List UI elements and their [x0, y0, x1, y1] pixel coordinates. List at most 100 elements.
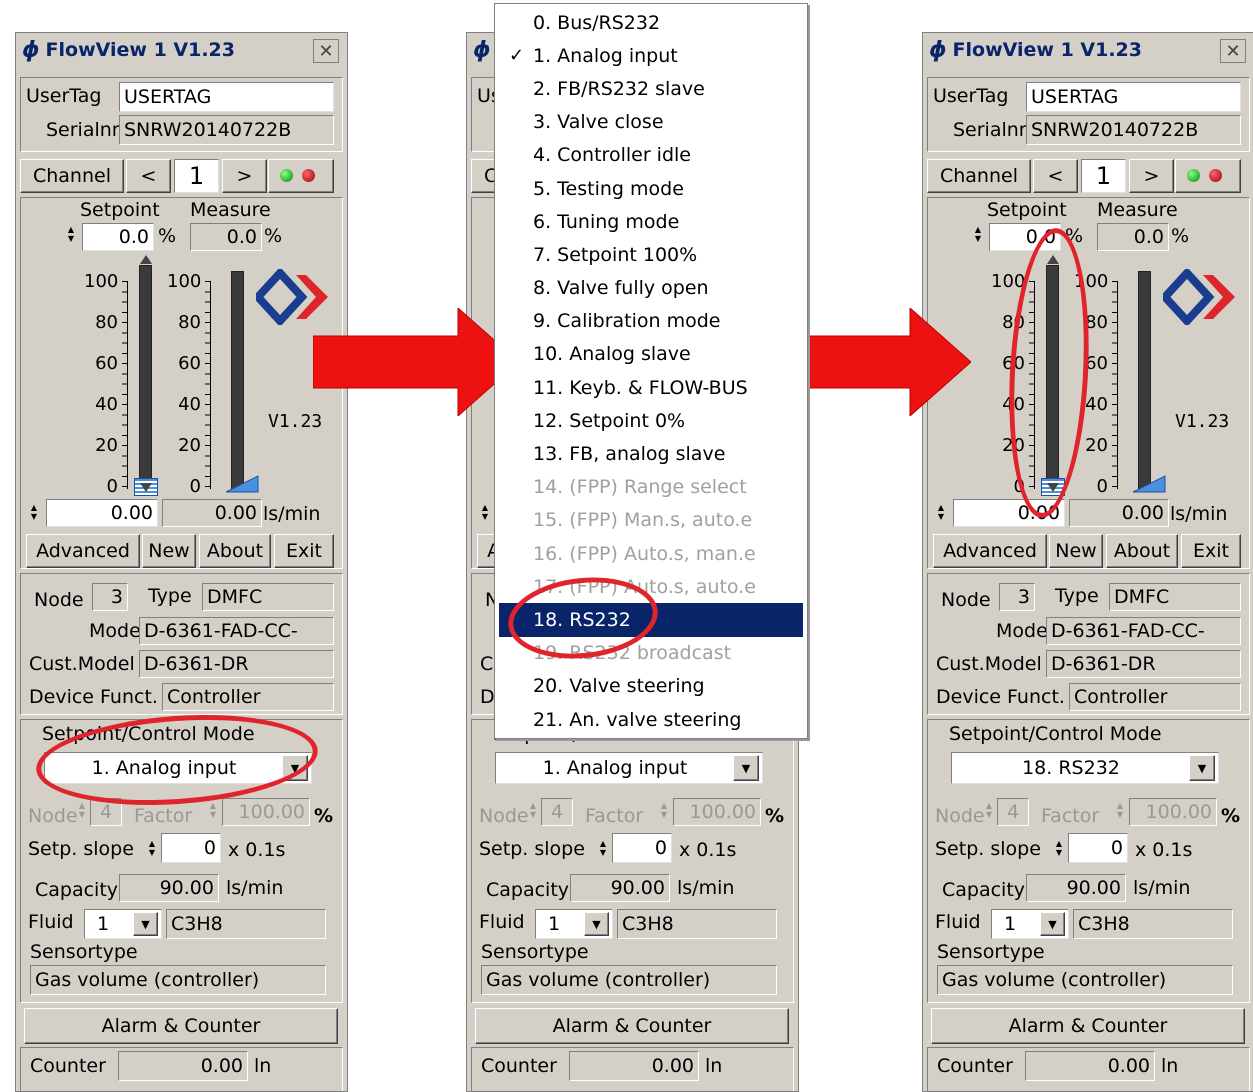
menu-item-12[interactable]: 12. Setpoint 0%	[495, 404, 807, 437]
setpoint-spinner[interactable]: ▲▼	[973, 225, 983, 243]
prev-channel-button[interactable]: <	[126, 159, 171, 193]
setpoint-label: Setpoint	[80, 199, 160, 221]
sensortype-label: Sensortype	[481, 941, 589, 963]
capacity-unit: ls/min	[1133, 877, 1191, 899]
flow-setpoint-field[interactable]: 0.00	[46, 499, 158, 527]
sensortype-field: Gas volume (controller)	[481, 965, 777, 995]
device-funct-field: Controller	[162, 683, 334, 711]
fluid-dropdown-button[interactable]: ▼	[133, 912, 158, 936]
menu-item-label: 5. Testing mode	[533, 177, 684, 200]
model-label: Model	[89, 620, 147, 642]
setp-slope-field[interactable]: 0	[161, 833, 221, 863]
about-button[interactable]: About	[199, 534, 271, 568]
about-button[interactable]: About	[1106, 534, 1178, 568]
flow-setpoint-spinner[interactable]: ▲ ▼	[936, 503, 946, 521]
new-button[interactable]: New	[1049, 534, 1103, 568]
fluid-dropdown-button[interactable]: ▼	[1040, 912, 1065, 936]
next-channel-button[interactable]: >	[1129, 159, 1174, 193]
menu-item-10[interactable]: 10. Analog slave	[495, 338, 807, 371]
usertag-field[interactable]: USERTAG	[1026, 82, 1241, 112]
alarm-counter-button[interactable]: Alarm & Counter	[475, 1008, 789, 1044]
setp-slope-spinner[interactable]: ▲ ▼	[598, 839, 608, 857]
channel-field[interactable]: 1	[1081, 159, 1126, 193]
menu-item-5[interactable]: 5. Testing mode	[495, 172, 807, 205]
menu-item-9[interactable]: 9. Calibration mode	[495, 305, 807, 338]
usertag-field[interactable]: USERTAG	[119, 82, 334, 112]
window-titlebar[interactable]: ϕFlowView 1 V1.23	[16, 33, 347, 67]
counter-label: Counter	[937, 1055, 1013, 1077]
bronkhorst-logo-icon	[1163, 269, 1235, 325]
menu-item-label: 4. Controller idle	[533, 144, 691, 167]
close-icon: ✕	[318, 40, 334, 62]
menu-item-7[interactable]: 7. Setpoint 100%	[495, 238, 807, 271]
flow-setpoint-spinner[interactable]: ▲ ▼	[29, 503, 39, 521]
prev-channel-button[interactable]: <	[1033, 159, 1078, 193]
setpoint-ruler	[122, 281, 128, 489]
flow-setpoint-spinner[interactable]: ▲ ▼	[480, 503, 490, 521]
capacity-unit: ls/min	[677, 877, 735, 899]
menu-item-label: 11. Keyb. & FLOW-BUS	[533, 376, 748, 399]
menu-item-3[interactable]: 3. Valve close	[495, 106, 807, 139]
sensortype-field: Gas volume (controller)	[937, 965, 1233, 995]
cust-model-label: Cust.Model	[936, 653, 1042, 675]
menu-item-6[interactable]: 6. Tuning mode	[495, 205, 807, 238]
node-field: 3	[999, 583, 1035, 611]
exit-button[interactable]: Exit	[1181, 534, 1241, 568]
setpoint-percent-field[interactable]: 0.0	[82, 223, 154, 251]
type-field: DMFC	[1109, 583, 1241, 611]
next-channel-button[interactable]: >	[222, 159, 267, 193]
menu-item-label: 12. Setpoint 0%	[533, 409, 686, 432]
advanced-button[interactable]: Advanced	[933, 534, 1047, 568]
setp-slope-spinner[interactable]: ▲ ▼	[147, 839, 157, 857]
menu-item-2[interactable]: 2. FB/RS232 slave	[495, 72, 807, 105]
menu-item-20[interactable]: 20. Valve steering	[495, 670, 807, 703]
model-field: D-6361-FAD-CC-	[1046, 617, 1241, 645]
counter-field: 0.00	[569, 1051, 699, 1081]
serialnr-field: SNRW20140722B	[119, 115, 334, 145]
flowview-window-3: ϕ FlowView 1 V1.23 ✕ UserTag USERTAG Seri…	[922, 32, 1253, 1092]
menu-item-11[interactable]: 11. Keyb. & FLOW-BUS	[495, 371, 807, 404]
status-leds	[1175, 159, 1241, 193]
capacity-unit: ls/min	[226, 877, 284, 899]
fluid-label: Fluid	[935, 911, 981, 933]
menu-item-8[interactable]: 8. Valve fully open	[495, 272, 807, 305]
window-titlebar[interactable]: ϕFlowView 1 V1.23	[923, 33, 1253, 67]
menu-item-0[interactable]: 0. Bus/RS232	[495, 6, 807, 39]
setp-slope-spinner[interactable]: ▲ ▼	[1054, 839, 1064, 857]
control-mode-select[interactable]: 18. RS232	[951, 752, 1219, 784]
new-button[interactable]: New	[142, 534, 196, 568]
control-mode-select[interactable]: 1. Analog input	[495, 752, 763, 784]
menu-item-4[interactable]: 4. Controller idle	[495, 139, 807, 172]
menu-item-21[interactable]: 21. An. valve steering	[495, 703, 807, 736]
channel-field[interactable]: 1	[174, 159, 219, 193]
menu-item-13[interactable]: 13. FB, analog slave	[495, 437, 807, 470]
fluid-dropdown-button[interactable]: ▼	[584, 912, 609, 936]
node2-spinner: ▲ ▼	[985, 801, 993, 819]
alarm-counter-button[interactable]: Alarm & Counter	[24, 1008, 338, 1044]
exit-button[interactable]: Exit	[274, 534, 334, 568]
usertag-label: UserTag	[26, 85, 102, 107]
setp-slope-field[interactable]: 0	[1068, 833, 1128, 863]
close-button[interactable]: ✕	[1220, 39, 1246, 63]
node2-field: 4	[997, 798, 1029, 826]
menu-item-label: 14. (FPP) Range select	[533, 476, 747, 499]
counter-field: 0.00	[1025, 1051, 1155, 1081]
setpoint-spinner[interactable]: ▲▼	[66, 225, 76, 243]
menu-item-1[interactable]: ✓ 1. Analog input	[495, 39, 807, 72]
channel-button[interactable]: Channel	[20, 159, 124, 193]
advanced-button[interactable]: Advanced	[26, 534, 140, 568]
setp-slope-unit: x 0.1s	[228, 839, 286, 861]
control-mode-dropdown-button[interactable]: ▼	[733, 755, 759, 781]
close-button[interactable]: ✕	[313, 39, 339, 63]
capacity-label: Capacity	[35, 879, 119, 901]
channel-button[interactable]: Channel	[927, 159, 1031, 193]
measure-ruler	[1112, 281, 1118, 489]
cust-model-label: Cust.Model	[29, 653, 135, 675]
setpoint-slider-track[interactable]	[139, 265, 152, 489]
setp-slope-field[interactable]: 0	[612, 833, 672, 863]
control-mode-dropdown-button[interactable]: ▼	[1189, 755, 1215, 781]
capacity-label: Capacity	[486, 879, 570, 901]
alarm-counter-button[interactable]: Alarm & Counter	[931, 1008, 1245, 1044]
type-label: Type	[148, 585, 192, 607]
setpoint-scale-tick: 20	[95, 435, 118, 456]
